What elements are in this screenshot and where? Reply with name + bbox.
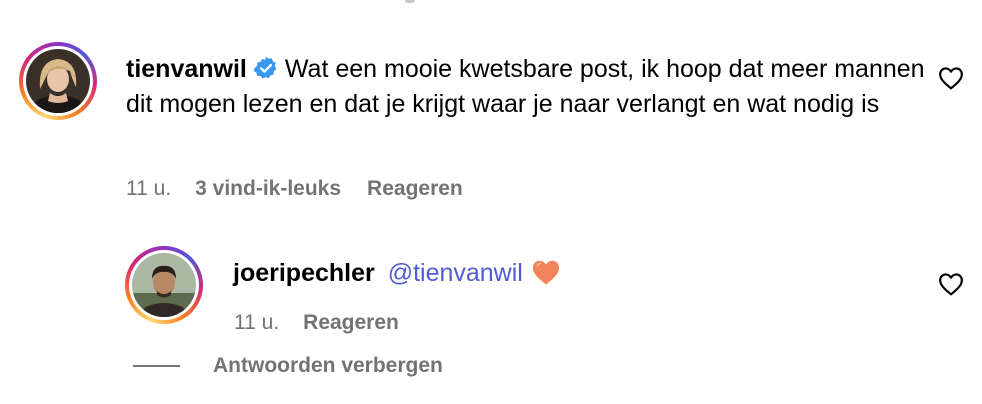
reply-body: joeripechler @tienvanwil [233, 256, 561, 291]
profile-photo-woman-icon [26, 49, 90, 113]
scroll-edge-fragment [405, 0, 415, 3]
divider-line [133, 365, 180, 367]
reply-meta: 11 u. Reageren [234, 311, 399, 335]
comment-body: tienvanwil Wat een mooie kwetsbare post,… [126, 52, 926, 122]
verified-badge-icon [253, 56, 277, 79]
reply-username[interactable]: joeripechler [233, 259, 375, 287]
mention-link[interactable]: @tienvanwil [388, 259, 523, 287]
reply-button[interactable]: Reageren [367, 177, 463, 201]
comment-timestamp[interactable]: 11 u. [126, 177, 171, 201]
story-ring[interactable] [125, 246, 203, 324]
orange-heart-icon [532, 260, 559, 285]
avatar[interactable] [26, 49, 90, 113]
like-heart-icon[interactable] [938, 272, 964, 296]
hide-replies-label[interactable]: Antwoorden verbergen [213, 354, 443, 378]
avatar[interactable] [132, 253, 196, 317]
story-ring[interactable] [19, 42, 97, 120]
hide-replies-button[interactable]: Antwoorden verbergen [133, 354, 443, 378]
reply-timestamp[interactable]: 11 u. [234, 311, 279, 335]
profile-photo-man-icon [132, 253, 196, 317]
comment-username[interactable]: tienvanwil [126, 55, 247, 83]
like-heart-icon[interactable] [938, 66, 964, 90]
likes-count-button[interactable]: 3 vind-ik-leuks [195, 177, 341, 201]
reply-button[interactable]: Reageren [303, 311, 399, 335]
comment-meta: 11 u. 3 vind-ik-leuks Reageren [126, 177, 463, 201]
